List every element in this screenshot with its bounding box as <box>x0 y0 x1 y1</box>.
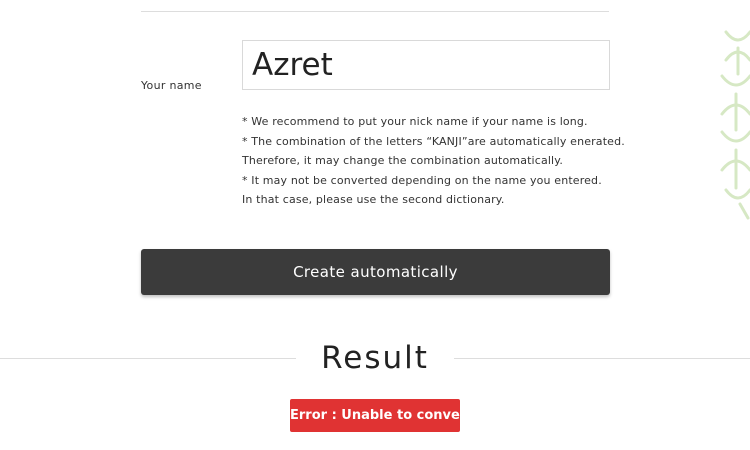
note-line: * It may not be converted depending on t… <box>242 173 602 187</box>
note-line: * The combination of the letters “KANJI”… <box>242 134 625 148</box>
your-name-label: Your name <box>141 79 202 92</box>
result-heading: Result <box>321 340 429 376</box>
create-automatically-button[interactable]: Create automatically <box>141 249 610 295</box>
instructions-notes: * We recommend to put your nick name if … <box>242 112 625 210</box>
note-line: Therefore, it may change the combination… <box>242 154 563 167</box>
name-input[interactable] <box>242 40 610 90</box>
result-divider-right <box>454 358 750 359</box>
error-message-badge: Error : Unable to convert <box>290 399 472 432</box>
note-line: In that case, please use the second dict… <box>242 193 505 206</box>
top-divider <box>141 11 609 12</box>
decorative-pattern-icon <box>720 30 750 220</box>
result-divider-left <box>0 358 296 359</box>
note-line: * We recommend to put your nick name if … <box>242 115 588 128</box>
